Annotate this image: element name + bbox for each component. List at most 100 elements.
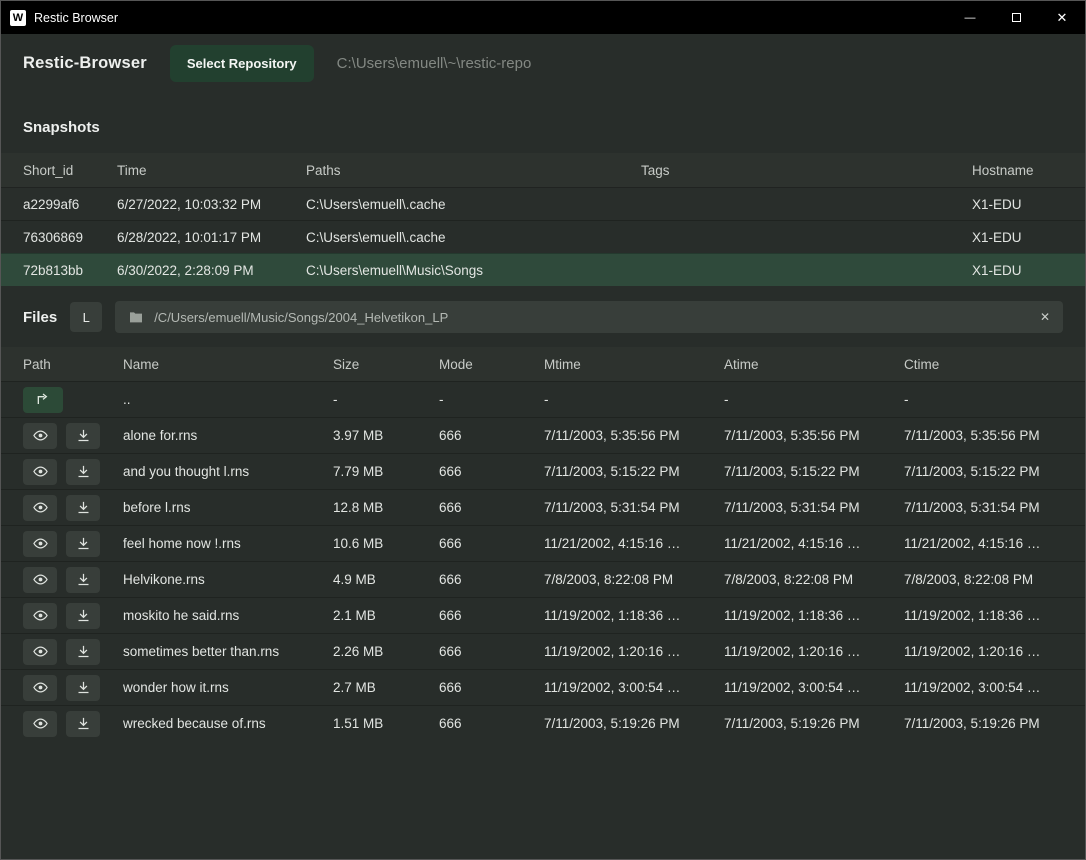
file-size: 2.26 MB — [333, 644, 439, 659]
file-size: 2.7 MB — [333, 680, 439, 695]
snapshot-hostname: X1-EDU — [972, 263, 1063, 278]
download-icon — [76, 680, 91, 695]
window-title: Restic Browser — [34, 11, 118, 25]
file-mode: - — [439, 392, 544, 407]
download-icon — [76, 500, 91, 515]
preview-file-button[interactable] — [23, 495, 57, 521]
file-mtime: 7/11/2003, 5:15:22 PM — [544, 464, 724, 479]
preview-file-button[interactable] — [23, 459, 57, 485]
files-toolbar: Files L /C/Users/emuell/Music/Songs/2004… — [1, 301, 1085, 333]
preview-file-button[interactable] — [23, 531, 57, 557]
snapshot-hostname: X1-EDU — [972, 230, 1063, 245]
file-row: and you thought l.rns 7.79 MB 666 7/11/2… — [1, 453, 1085, 489]
file-atime: 11/19/2002, 1:18:36 … — [724, 608, 904, 623]
eye-icon — [32, 608, 49, 623]
snapshots-table-body: a2299af6 6/27/2022, 10:03:32 PM C:\Users… — [1, 187, 1085, 286]
file-mtime: 7/8/2003, 8:22:08 PM — [544, 572, 724, 587]
col-time: Time — [117, 163, 306, 178]
close-button[interactable]: ✕ — [1039, 1, 1085, 34]
file-mtime: 7/11/2003, 5:35:56 PM — [544, 428, 724, 443]
snapshot-hostname: X1-EDU — [972, 197, 1063, 212]
file-name: feel home now !.rns — [123, 536, 333, 551]
file-ctime: - — [904, 392, 1063, 407]
download-file-button[interactable] — [66, 531, 100, 557]
file-ctime: 7/11/2003, 5:15:22 PM — [904, 464, 1063, 479]
eye-icon — [32, 536, 49, 551]
file-name: wrecked because of.rns — [123, 716, 333, 731]
col-ctime: Ctime — [904, 357, 1063, 372]
file-size: 3.97 MB — [333, 428, 439, 443]
download-file-button[interactable] — [66, 423, 100, 449]
file-rows-container: alone for.rns 3.97 MB 666 7/11/2003, 5:3… — [1, 417, 1085, 741]
preview-file-button[interactable] — [23, 711, 57, 737]
file-ctime: 7/11/2003, 5:35:56 PM — [904, 428, 1063, 443]
file-name: before l.rns — [123, 500, 333, 515]
col-paths: Paths — [306, 163, 641, 178]
file-name: Helvikone.rns — [123, 572, 333, 587]
file-row: sometimes better than.rns 2.26 MB 666 11… — [1, 633, 1085, 669]
snapshot-row[interactable]: a2299af6 6/27/2022, 10:03:32 PM C:\Users… — [1, 187, 1085, 220]
file-mtime: 11/19/2002, 3:00:54 … — [544, 680, 724, 695]
file-name: alone for.rns — [123, 428, 333, 443]
download-file-button[interactable] — [66, 603, 100, 629]
preview-file-button[interactable] — [23, 675, 57, 701]
clear-path-button[interactable]: ✕ — [1040, 310, 1050, 324]
snapshot-short-id: a2299af6 — [23, 197, 117, 212]
download-file-button[interactable] — [66, 711, 100, 737]
file-atime: 11/19/2002, 3:00:54 … — [724, 680, 904, 695]
snapshot-paths: C:\Users\emuell\Music\Songs — [306, 263, 641, 278]
up-arrow-icon — [35, 392, 51, 408]
preview-file-button[interactable] — [23, 567, 57, 593]
files-table-body: .. - - - - - alone for.rns 3.97 MB — [1, 381, 1085, 741]
download-file-button[interactable] — [66, 675, 100, 701]
preview-file-button[interactable] — [23, 423, 57, 449]
files-l-button[interactable]: L — [70, 302, 102, 332]
preview-file-button[interactable] — [23, 639, 57, 665]
minimize-icon: — — [965, 12, 976, 24]
file-mode: 666 — [439, 716, 544, 731]
file-atime: 7/8/2003, 8:22:08 PM — [724, 572, 904, 587]
select-repository-button[interactable]: Select Repository — [170, 45, 314, 82]
snapshot-short-id: 72b813bb — [23, 263, 117, 278]
minimize-button[interactable]: — — [947, 1, 993, 34]
file-row: Helvikone.rns 4.9 MB 666 7/8/2003, 8:22:… — [1, 561, 1085, 597]
file-mtime: - — [544, 392, 724, 407]
file-atime: 7/11/2003, 5:31:54 PM — [724, 500, 904, 515]
file-mode: 666 — [439, 464, 544, 479]
go-up-directory-button[interactable] — [23, 387, 63, 413]
download-file-button[interactable] — [66, 459, 100, 485]
snapshot-row-selected[interactable]: 72b813bb 6/30/2022, 2:28:09 PM C:\Users\… — [1, 253, 1085, 286]
window-controls: — ✕ — [947, 1, 1085, 34]
file-mtime: 11/21/2002, 4:15:16 … — [544, 536, 724, 551]
col-tags: Tags — [641, 163, 972, 178]
file-atime: 11/21/2002, 4:15:16 … — [724, 536, 904, 551]
files-path-input[interactable]: /C/Users/emuell/Music/Songs/2004_Helveti… — [115, 301, 1063, 333]
download-icon — [76, 572, 91, 587]
file-name: .. — [123, 392, 333, 407]
col-atime: Atime — [724, 357, 904, 372]
download-icon — [76, 464, 91, 479]
file-ctime: 11/19/2002, 1:20:16 … — [904, 644, 1063, 659]
file-row: wrecked because of.rns 1.51 MB 666 7/11/… — [1, 705, 1085, 741]
download-file-button[interactable] — [66, 567, 100, 593]
preview-file-button[interactable] — [23, 603, 57, 629]
col-mtime: Mtime — [544, 357, 724, 372]
title-bar[interactable]: W Restic Browser — ✕ — [1, 1, 1085, 34]
download-file-button[interactable] — [66, 495, 100, 521]
current-path: /C/Users/emuell/Music/Songs/2004_Helveti… — [154, 310, 1030, 325]
file-mode: 666 — [439, 428, 544, 443]
snapshots-table-header: Short_id Time Paths Tags Hostname — [1, 153, 1085, 187]
files-table-header: Path Name Size Mode Mtime Atime Ctime — [1, 347, 1085, 381]
maximize-button[interactable] — [993, 1, 1039, 34]
col-path: Path — [23, 357, 123, 372]
file-mode: 666 — [439, 644, 544, 659]
file-size: 1.51 MB — [333, 716, 439, 731]
file-name: moskito he said.rns — [123, 608, 333, 623]
download-file-button[interactable] — [66, 639, 100, 665]
close-icon: ✕ — [1057, 10, 1068, 26]
file-atime: 7/11/2003, 5:35:56 PM — [724, 428, 904, 443]
file-ctime: 7/11/2003, 5:31:54 PM — [904, 500, 1063, 515]
file-size: 12.8 MB — [333, 500, 439, 515]
snapshot-row[interactable]: 76306869 6/28/2022, 10:01:17 PM C:\Users… — [1, 220, 1085, 253]
file-mtime: 11/19/2002, 1:18:36 … — [544, 608, 724, 623]
